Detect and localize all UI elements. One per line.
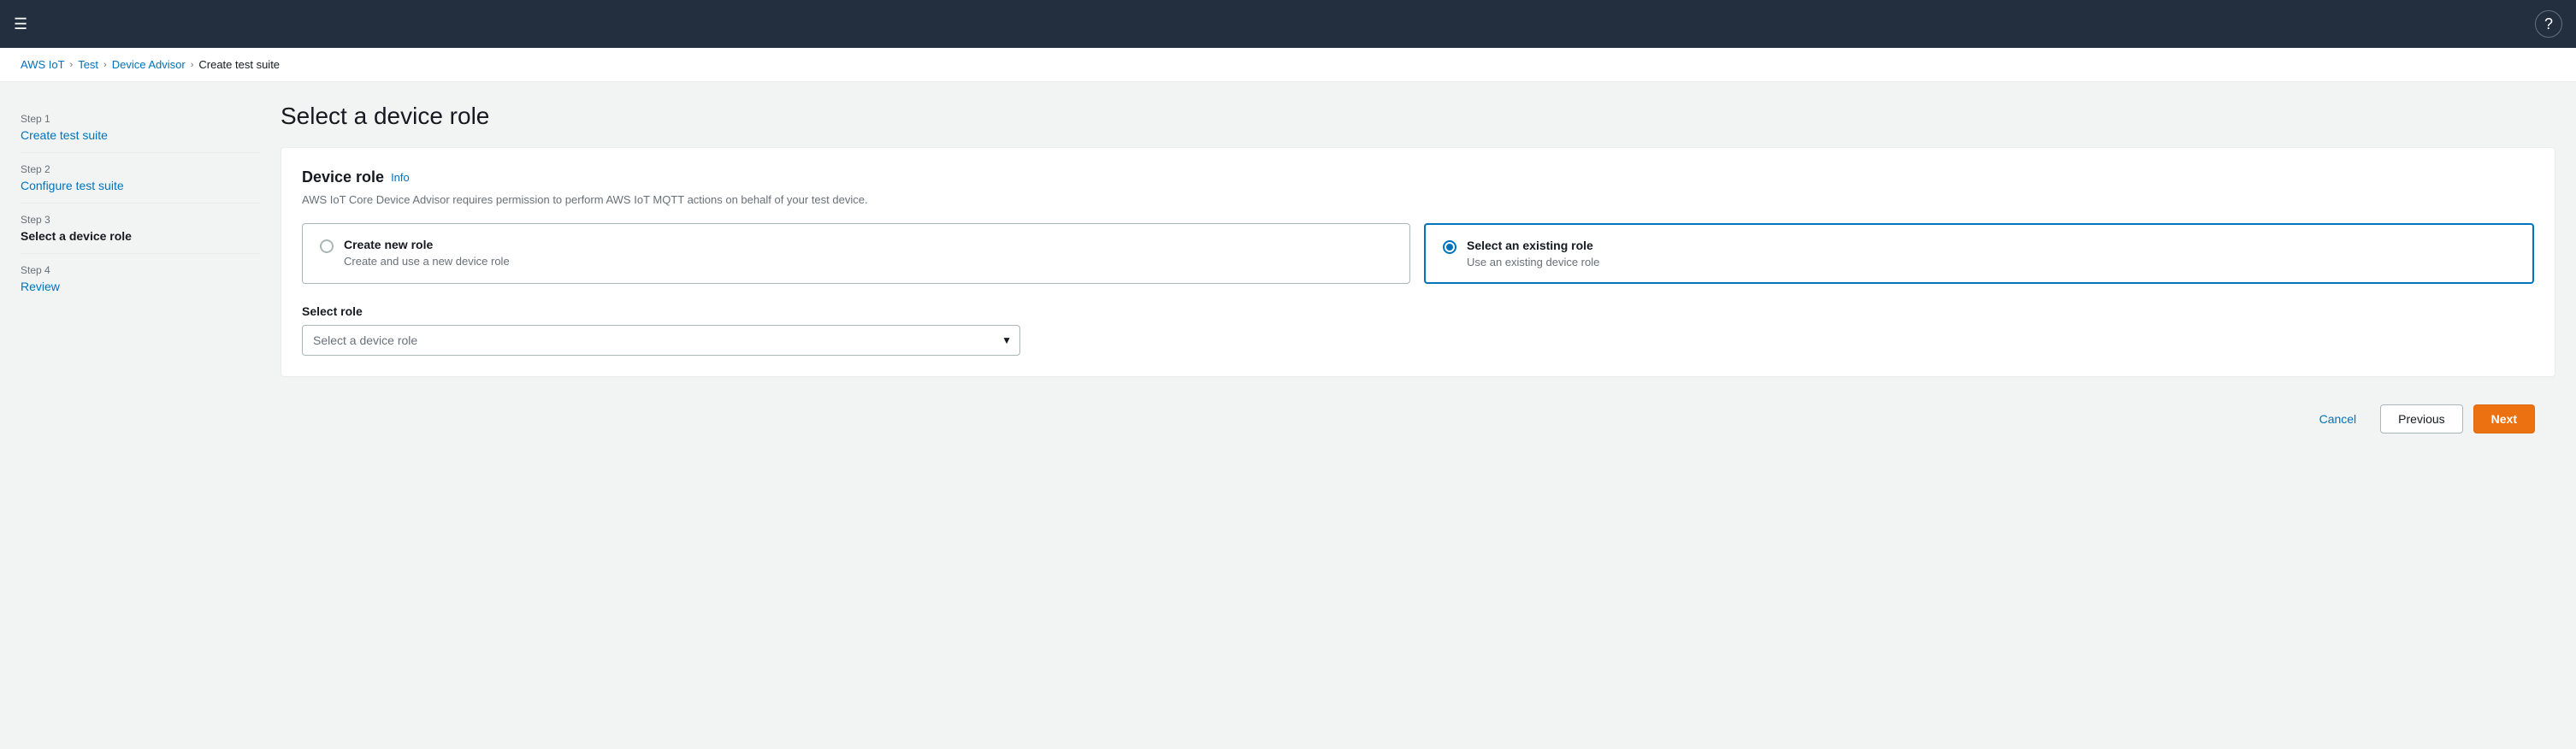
breadcrumb-sep-2: › bbox=[103, 60, 107, 70]
cancel-button[interactable]: Cancel bbox=[2306, 405, 2371, 433]
help-icon[interactable]: ? bbox=[2535, 10, 2562, 38]
step-4-number: Step 4 bbox=[21, 264, 260, 276]
step-3-number: Step 3 bbox=[21, 214, 260, 226]
sidebar-item-review[interactable]: Review bbox=[21, 280, 60, 293]
sidebar-step-1: Step 1 Create test suite bbox=[21, 103, 260, 153]
sidebar: Step 1 Create test suite Step 2 Configur… bbox=[21, 103, 260, 454]
select-existing-role-option[interactable]: Select an existing role Use an existing … bbox=[1424, 223, 2534, 284]
breadcrumb-test[interactable]: Test bbox=[78, 58, 98, 71]
breadcrumb-device-advisor[interactable]: Device Advisor bbox=[112, 58, 186, 71]
select-existing-role-text: Select an existing role Use an existing … bbox=[1467, 239, 1599, 268]
card-description: AWS IoT Core Device Advisor requires per… bbox=[302, 193, 2534, 206]
create-new-role-text: Create new role Create and use a new dev… bbox=[344, 238, 510, 268]
select-wrapper: Select a device role ▼ bbox=[302, 325, 1020, 356]
step-1-number: Step 1 bbox=[21, 113, 260, 125]
content-area: Select a device role Device role Info AW… bbox=[281, 103, 2555, 454]
create-new-role-title: Create new role bbox=[344, 238, 510, 251]
sidebar-item-configure-test-suite[interactable]: Configure test suite bbox=[21, 179, 124, 192]
sidebar-step-2: Step 2 Configure test suite bbox=[21, 153, 260, 203]
sidebar-item-select-device-role: Select a device role bbox=[21, 229, 132, 243]
info-link[interactable]: Info bbox=[391, 171, 410, 184]
device-role-card: Device role Info AWS IoT Core Device Adv… bbox=[281, 147, 2555, 377]
breadcrumb-sep-3: › bbox=[191, 60, 194, 70]
breadcrumb-current: Create test suite bbox=[198, 58, 280, 71]
sidebar-item-create-test-suite[interactable]: Create test suite bbox=[21, 128, 108, 142]
sidebar-step-4: Step 4 Review bbox=[21, 254, 260, 304]
sidebar-step-3: Step 3 Select a device role bbox=[21, 203, 260, 254]
top-bar: ☰ ? bbox=[0, 0, 2576, 48]
create-new-radio[interactable] bbox=[320, 239, 334, 253]
hamburger-icon[interactable]: ☰ bbox=[14, 15, 27, 33]
select-role-label: Select role bbox=[302, 304, 2534, 318]
card-header: Device role Info bbox=[302, 168, 2534, 186]
previous-button[interactable]: Previous bbox=[2380, 404, 2462, 433]
breadcrumb-aws-iot[interactable]: AWS IoT bbox=[21, 58, 65, 71]
select-existing-role-title: Select an existing role bbox=[1467, 239, 1599, 252]
create-new-role-option[interactable]: Create new role Create and use a new dev… bbox=[302, 223, 1410, 284]
create-new-role-desc: Create and use a new device role bbox=[344, 255, 510, 268]
next-button[interactable]: Next bbox=[2473, 404, 2535, 433]
breadcrumb: AWS IoT › Test › Device Advisor › Create… bbox=[0, 48, 2576, 82]
role-options: Create new role Create and use a new dev… bbox=[302, 223, 2534, 284]
select-role-section: Select role Select a device role ▼ bbox=[302, 304, 2534, 356]
select-existing-role-desc: Use an existing device role bbox=[1467, 256, 1599, 268]
step-2-number: Step 2 bbox=[21, 163, 260, 175]
card-title: Device role bbox=[302, 168, 384, 186]
footer-actions: Cancel Previous Next bbox=[281, 384, 2555, 454]
select-existing-radio[interactable] bbox=[1443, 240, 1456, 254]
radio-inner-dot bbox=[1446, 244, 1453, 251]
device-role-select[interactable]: Select a device role bbox=[302, 325, 1020, 356]
breadcrumb-sep-1: › bbox=[70, 60, 74, 70]
page-title: Select a device role bbox=[281, 103, 2555, 130]
main-layout: Step 1 Create test suite Step 2 Configur… bbox=[0, 82, 2576, 475]
